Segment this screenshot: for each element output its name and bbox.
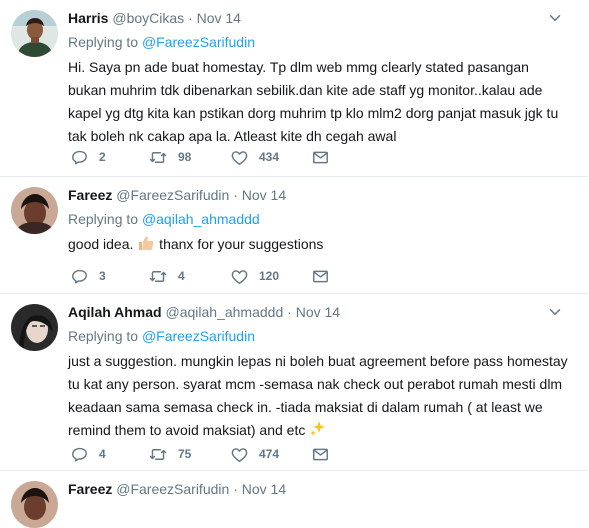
tweet-text: Hi. Saya pn ade buat homestay. Tp dlm we… xyxy=(68,59,559,144)
thumbs-up-icon xyxy=(139,236,154,250)
reply-button[interactable]: 3 xyxy=(70,266,106,286)
tweet-text: just a suggestion. mungkin lepas ni bole… xyxy=(68,350,568,442)
replying-to-link[interactable]: @aqilah_ahmaddd xyxy=(142,211,260,227)
user-handle[interactable]: @boyCikas xyxy=(112,10,184,26)
direct-message-button[interactable] xyxy=(311,147,330,167)
avatar-image xyxy=(11,481,58,528)
heart-icon xyxy=(230,445,249,464)
direct-message-button[interactable] xyxy=(311,266,330,286)
avatar-image xyxy=(11,304,58,351)
reply-count: 4 xyxy=(99,447,106,461)
tweet-text: good idea. thanx for your suggestions xyxy=(68,233,568,256)
replying-prefix: Replying to xyxy=(68,328,142,344)
separator: · xyxy=(233,481,238,497)
retweet-button[interactable]: 75 xyxy=(148,444,191,464)
tweet-header: Fareez @FareezSarifudin · Nov 14 xyxy=(68,480,286,498)
user-handle[interactable]: @aqilah_ahmaddd xyxy=(166,304,284,320)
display-name[interactable]: Harris xyxy=(68,10,108,26)
tweet-date[interactable]: Nov 14 xyxy=(296,304,340,320)
replying-to-link[interactable]: @FareezSarifudin xyxy=(142,328,255,344)
tweet-text-end: thanx for your suggestions xyxy=(155,236,324,252)
avatar[interactable] xyxy=(11,481,58,528)
sparkles-icon xyxy=(310,421,326,436)
display-name[interactable]: Aqilah Ahmad xyxy=(68,304,162,320)
tweet-aqilah[interactable]: Aqilah Ahmad @aqilah_ahmaddd · Nov 14 Re… xyxy=(0,294,588,471)
tweet-fareez-2[interactable]: Fareez @FareezSarifudin · Nov 14 xyxy=(0,471,588,528)
replying-to: Replying to @FareezSarifudin xyxy=(68,327,255,345)
tweet-harris[interactable]: Harris @boyCikas · Nov 14 Replying to @F… xyxy=(0,0,588,177)
chevron-down-icon[interactable] xyxy=(546,9,564,27)
avatar-image xyxy=(11,10,58,57)
retweet-button[interactable]: 4 xyxy=(148,266,185,286)
separator: · xyxy=(233,187,238,203)
tweet-date[interactable]: Nov 14 xyxy=(197,10,241,26)
envelope-icon xyxy=(311,148,330,167)
tweet-text-start: good idea. xyxy=(68,236,138,252)
like-count: 434 xyxy=(259,150,280,164)
chevron-down-icon[interactable] xyxy=(546,303,564,321)
avatar[interactable] xyxy=(11,10,58,57)
user-handle[interactable]: @FareezSarifudin xyxy=(116,481,229,497)
tweet-header: Aqilah Ahmad @aqilah_ahmaddd · Nov 14 xyxy=(68,303,340,321)
separator: · xyxy=(188,10,193,26)
separator: · xyxy=(287,304,292,320)
reply-button[interactable]: 4 xyxy=(70,444,106,464)
replying-prefix: Replying to xyxy=(68,34,142,50)
like-button[interactable]: 120 xyxy=(230,266,279,286)
heart-icon xyxy=(230,148,249,167)
replying-to: Replying to @FareezSarifudin xyxy=(68,33,255,51)
reply-count: 3 xyxy=(99,269,106,283)
retweet-icon xyxy=(148,267,168,286)
like-button[interactable]: 434 xyxy=(230,147,279,167)
retweet-icon xyxy=(148,148,168,167)
reply-icon xyxy=(70,148,89,167)
reply-icon xyxy=(70,445,89,464)
retweet-icon xyxy=(148,445,168,464)
heart-icon xyxy=(230,267,249,286)
tweet-header: Fareez @FareezSarifudin · Nov 14 xyxy=(68,186,286,204)
reply-count: 2 xyxy=(99,150,106,164)
retweet-count: 4 xyxy=(178,269,185,283)
retweet-count: 98 xyxy=(178,150,192,164)
direct-message-button[interactable] xyxy=(311,444,330,464)
reply-icon xyxy=(70,267,89,286)
user-handle[interactable]: @FareezSarifudin xyxy=(116,187,229,203)
reply-button[interactable]: 2 xyxy=(70,147,106,167)
tweet-header: Harris @boyCikas · Nov 14 xyxy=(68,9,241,27)
replying-to-link[interactable]: @FareezSarifudin xyxy=(142,34,255,50)
avatar[interactable] xyxy=(11,304,58,351)
tweet-fareez[interactable]: Fareez @FareezSarifudin · Nov 14 Replyin… xyxy=(0,177,588,294)
envelope-icon xyxy=(311,267,330,286)
retweet-button[interactable]: 98 xyxy=(148,147,191,167)
tweet-date[interactable]: Nov 14 xyxy=(242,187,286,203)
avatar[interactable] xyxy=(11,187,58,234)
replying-to: Replying to @aqilah_ahmaddd xyxy=(68,210,260,228)
display-name[interactable]: Fareez xyxy=(68,187,112,203)
retweet-count: 75 xyxy=(178,447,192,461)
replying-prefix: Replying to xyxy=(68,211,142,227)
avatar-image xyxy=(11,187,58,234)
tweet-date[interactable]: Nov 14 xyxy=(242,481,286,497)
like-count: 120 xyxy=(259,269,280,283)
like-button[interactable]: 474 xyxy=(230,444,279,464)
display-name[interactable]: Fareez xyxy=(68,481,112,497)
like-count: 474 xyxy=(259,447,280,461)
envelope-icon xyxy=(311,445,330,464)
